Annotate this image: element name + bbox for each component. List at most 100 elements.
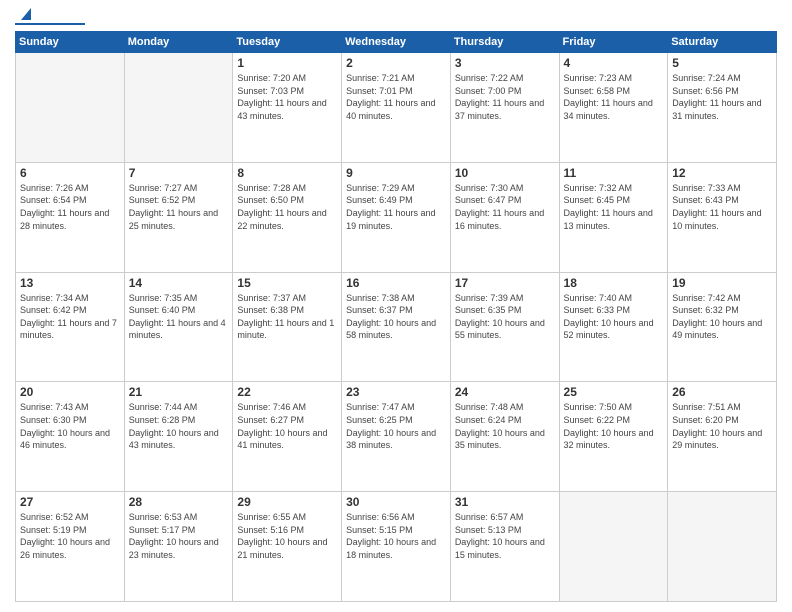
day-info: Sunrise: 6:52 AM Sunset: 5:19 PM Dayligh… xyxy=(20,511,120,561)
day-number: 1 xyxy=(237,56,337,70)
day-info: Sunrise: 7:51 AM Sunset: 6:20 PM Dayligh… xyxy=(672,401,772,451)
calendar-cell: 4 Sunrise: 7:23 AM Sunset: 6:58 PM Daylig… xyxy=(559,53,668,163)
day-info: Sunrise: 7:39 AM Sunset: 6:35 PM Dayligh… xyxy=(455,292,555,342)
logo xyxy=(15,10,85,25)
day-number: 12 xyxy=(672,166,772,180)
calendar-cell: 24 Sunrise: 7:48 AM Sunset: 6:24 PM Dayli… xyxy=(450,382,559,492)
calendar-cell: 2 Sunrise: 7:21 AM Sunset: 7:01 PM Daylig… xyxy=(342,53,451,163)
day-info: Sunrise: 7:38 AM Sunset: 6:37 PM Dayligh… xyxy=(346,292,446,342)
calendar-week-5: 27 Sunrise: 6:52 AM Sunset: 5:19 PM Dayli… xyxy=(16,492,777,602)
day-info: Sunrise: 7:44 AM Sunset: 6:28 PM Dayligh… xyxy=(129,401,229,451)
day-info: Sunrise: 7:48 AM Sunset: 6:24 PM Dayligh… xyxy=(455,401,555,451)
calendar-cell xyxy=(124,53,233,163)
calendar-header-wednesday: Wednesday xyxy=(342,32,451,53)
day-number: 26 xyxy=(672,385,772,399)
calendar-cell: 20Sunrise: 7:43 AM Sunset: 6:30 PM Dayli… xyxy=(16,382,125,492)
day-number: 31 xyxy=(455,495,555,509)
calendar-cell: 19 Sunrise: 7:42 AM Sunset: 6:32 PM Dayli… xyxy=(668,272,777,382)
day-number: 19 xyxy=(672,276,772,290)
day-info: Sunrise: 7:40 AM Sunset: 6:33 PM Dayligh… xyxy=(564,292,664,342)
day-number: 18 xyxy=(564,276,664,290)
day-number: 3 xyxy=(455,56,555,70)
calendar-cell: 8 Sunrise: 7:28 AM Sunset: 6:50 PM Daylig… xyxy=(233,162,342,272)
calendar-header-sunday: Sunday xyxy=(16,32,125,53)
calendar-cell: 10 Sunrise: 7:30 AM Sunset: 6:47 PM Dayli… xyxy=(450,162,559,272)
day-number: 23 xyxy=(346,385,446,399)
day-info: Sunrise: 7:42 AM Sunset: 6:32 PM Dayligh… xyxy=(672,292,772,342)
day-info: Sunrise: 6:55 AM Sunset: 5:16 PM Dayligh… xyxy=(237,511,337,561)
header xyxy=(15,10,777,25)
logo-triangle-icon xyxy=(17,8,31,22)
day-info: Sunrise: 7:50 AM Sunset: 6:22 PM Dayligh… xyxy=(564,401,664,451)
calendar-cell: 26 Sunrise: 7:51 AM Sunset: 6:20 PM Dayli… xyxy=(668,382,777,492)
day-number: 20 xyxy=(20,385,120,399)
day-info: Sunrise: 7:23 AM Sunset: 6:58 PM Dayligh… xyxy=(564,72,664,122)
calendar-week-2: 6 Sunrise: 7:26 AM Sunset: 6:54 PM Daylig… xyxy=(16,162,777,272)
day-number: 9 xyxy=(346,166,446,180)
calendar-cell: 30Sunrise: 6:56 AM Sunset: 5:15 PM Dayli… xyxy=(342,492,451,602)
calendar-header-saturday: Saturday xyxy=(668,32,777,53)
day-info: Sunrise: 7:32 AM Sunset: 6:45 PM Dayligh… xyxy=(564,182,664,232)
calendar-cell xyxy=(559,492,668,602)
day-info: Sunrise: 7:27 AM Sunset: 6:52 PM Dayligh… xyxy=(129,182,229,232)
day-info: Sunrise: 7:34 AM Sunset: 6:42 PM Dayligh… xyxy=(20,292,120,342)
day-number: 7 xyxy=(129,166,229,180)
day-info: Sunrise: 7:30 AM Sunset: 6:47 PM Dayligh… xyxy=(455,182,555,232)
calendar-cell: 28 Sunrise: 6:53 AM Sunset: 5:17 PM Dayli… xyxy=(124,492,233,602)
day-info: Sunrise: 7:22 AM Sunset: 7:00 PM Dayligh… xyxy=(455,72,555,122)
day-number: 13 xyxy=(20,276,120,290)
day-number: 21 xyxy=(129,385,229,399)
day-number: 22 xyxy=(237,385,337,399)
calendar-cell: 13 Sunrise: 7:34 AM Sunset: 6:42 PM Dayli… xyxy=(16,272,125,382)
calendar-cell: 31 Sunrise: 6:57 AM Sunset: 5:13 PM Dayli… xyxy=(450,492,559,602)
calendar-header-monday: Monday xyxy=(124,32,233,53)
day-info: Sunrise: 7:21 AM Sunset: 7:01 PM Dayligh… xyxy=(346,72,446,122)
calendar-header-friday: Friday xyxy=(559,32,668,53)
day-number: 2 xyxy=(346,56,446,70)
day-info: Sunrise: 7:47 AM Sunset: 6:25 PM Dayligh… xyxy=(346,401,446,451)
day-number: 14 xyxy=(129,276,229,290)
day-number: 8 xyxy=(237,166,337,180)
calendar-cell xyxy=(16,53,125,163)
calendar-cell: 21 Sunrise: 7:44 AM Sunset: 6:28 PM Dayli… xyxy=(124,382,233,492)
day-info: Sunrise: 7:33 AM Sunset: 6:43 PM Dayligh… xyxy=(672,182,772,232)
calendar-week-4: 20Sunrise: 7:43 AM Sunset: 6:30 PM Dayli… xyxy=(16,382,777,492)
day-info: Sunrise: 6:53 AM Sunset: 5:17 PM Dayligh… xyxy=(129,511,229,561)
day-number: 25 xyxy=(564,385,664,399)
calendar-cell: 16 Sunrise: 7:38 AM Sunset: 6:37 PM Dayli… xyxy=(342,272,451,382)
calendar-cell: 12 Sunrise: 7:33 AM Sunset: 6:43 PM Dayli… xyxy=(668,162,777,272)
calendar-cell: 22Sunrise: 7:46 AM Sunset: 6:27 PM Dayli… xyxy=(233,382,342,492)
day-number: 15 xyxy=(237,276,337,290)
calendar-cell: 9 Sunrise: 7:29 AM Sunset: 6:49 PM Daylig… xyxy=(342,162,451,272)
calendar-cell: 17Sunrise: 7:39 AM Sunset: 6:35 PM Dayli… xyxy=(450,272,559,382)
day-info: Sunrise: 7:24 AM Sunset: 6:56 PM Dayligh… xyxy=(672,72,772,122)
calendar-cell: 14Sunrise: 7:35 AM Sunset: 6:40 PM Dayli… xyxy=(124,272,233,382)
calendar-header-row: SundayMondayTuesdayWednesdayThursdayFrid… xyxy=(16,32,777,53)
day-number: 6 xyxy=(20,166,120,180)
day-number: 10 xyxy=(455,166,555,180)
calendar-week-1: 1Sunrise: 7:20 AM Sunset: 7:03 PM Daylig… xyxy=(16,53,777,163)
calendar-cell: 15Sunrise: 7:37 AM Sunset: 6:38 PM Dayli… xyxy=(233,272,342,382)
calendar-cell: 23 Sunrise: 7:47 AM Sunset: 6:25 PM Dayli… xyxy=(342,382,451,492)
day-number: 16 xyxy=(346,276,446,290)
calendar-cell: 1Sunrise: 7:20 AM Sunset: 7:03 PM Daylig… xyxy=(233,53,342,163)
calendar-table: SundayMondayTuesdayWednesdayThursdayFrid… xyxy=(15,31,777,602)
calendar-cell: 3 Sunrise: 7:22 AM Sunset: 7:00 PM Daylig… xyxy=(450,53,559,163)
day-number: 4 xyxy=(564,56,664,70)
day-number: 27 xyxy=(20,495,120,509)
day-info: Sunrise: 7:28 AM Sunset: 6:50 PM Dayligh… xyxy=(237,182,337,232)
calendar-cell: 11 Sunrise: 7:32 AM Sunset: 6:45 PM Dayli… xyxy=(559,162,668,272)
calendar-cell: 5Sunrise: 7:24 AM Sunset: 6:56 PM Daylig… xyxy=(668,53,777,163)
day-info: Sunrise: 7:29 AM Sunset: 6:49 PM Dayligh… xyxy=(346,182,446,232)
day-info: Sunrise: 7:26 AM Sunset: 6:54 PM Dayligh… xyxy=(20,182,120,232)
logo-underline xyxy=(15,23,85,25)
page-container: SundayMondayTuesdayWednesdayThursdayFrid… xyxy=(0,0,792,612)
calendar-cell: 18 Sunrise: 7:40 AM Sunset: 6:33 PM Dayli… xyxy=(559,272,668,382)
day-number: 11 xyxy=(564,166,664,180)
calendar-header-thursday: Thursday xyxy=(450,32,559,53)
day-number: 30 xyxy=(346,495,446,509)
day-info: Sunrise: 6:57 AM Sunset: 5:13 PM Dayligh… xyxy=(455,511,555,561)
day-number: 24 xyxy=(455,385,555,399)
calendar-cell: 7 Sunrise: 7:27 AM Sunset: 6:52 PM Daylig… xyxy=(124,162,233,272)
day-number: 28 xyxy=(129,495,229,509)
